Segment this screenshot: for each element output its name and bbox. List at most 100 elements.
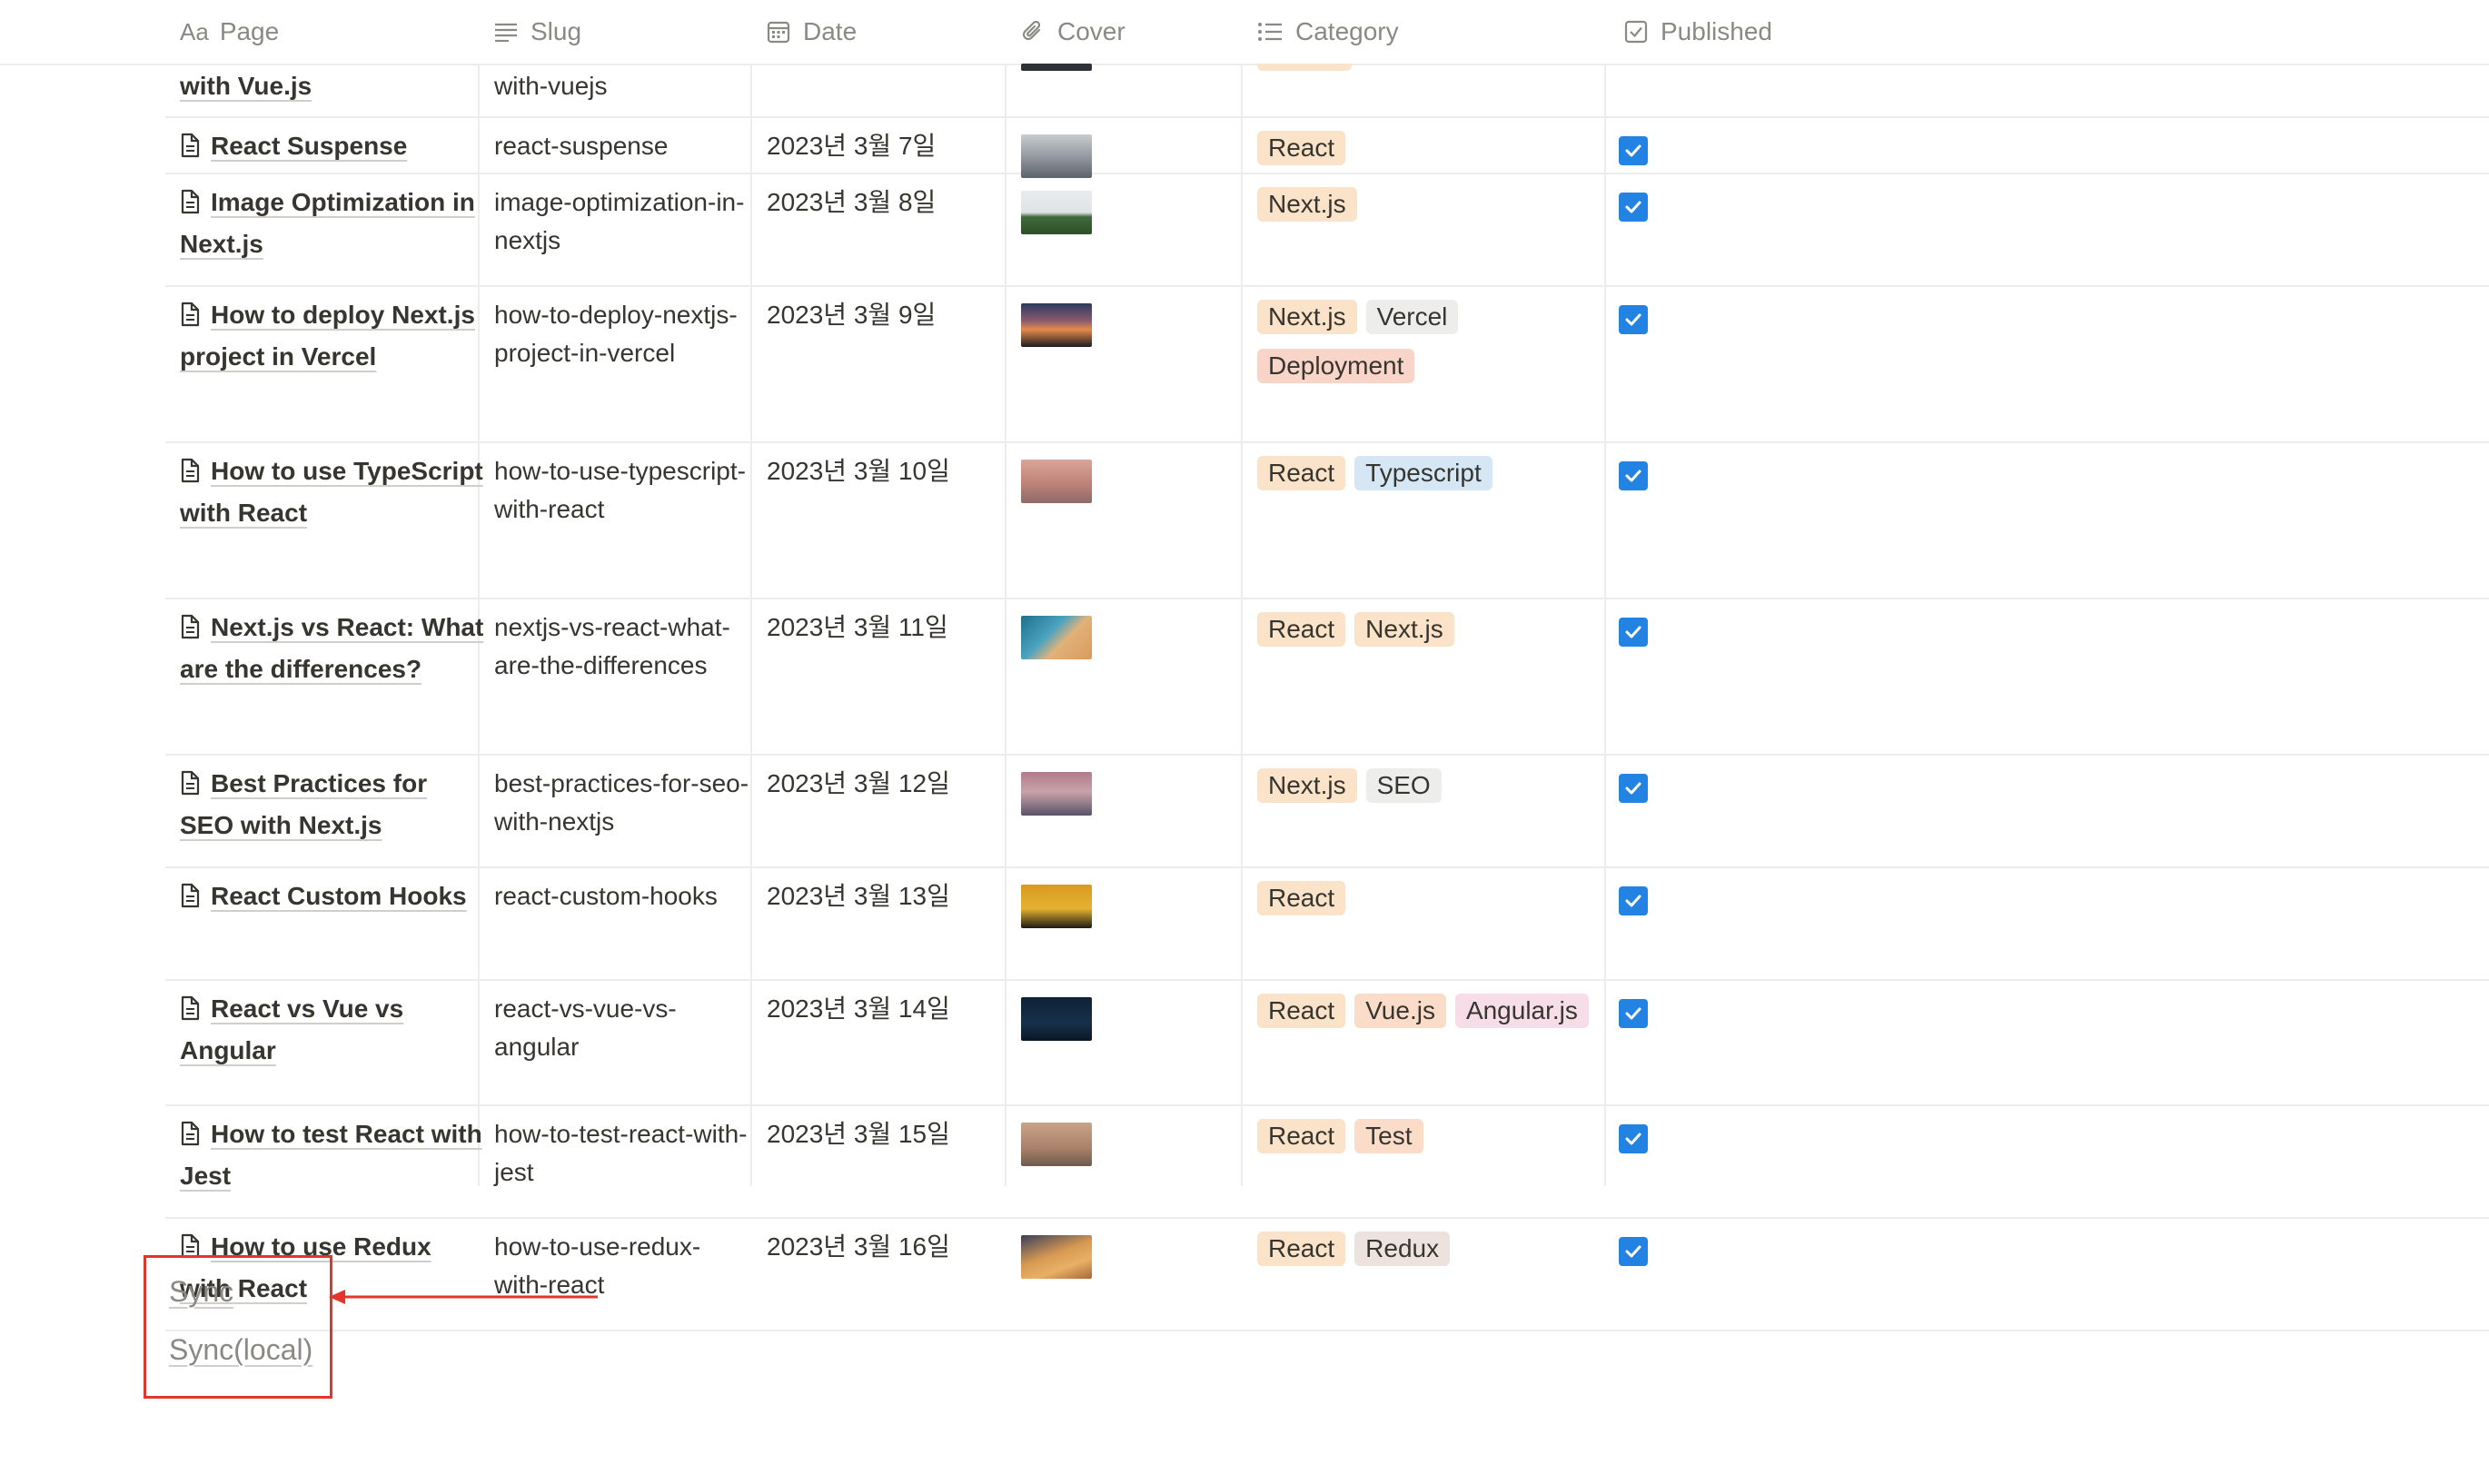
table-row[interactable]: Best Practices for SEO with Next.js best…	[165, 754, 2489, 868]
page-title-link[interactable]: Next.js vs React: What are the differenc…	[180, 613, 483, 683]
category-tag[interactable]: Redux	[1354, 1232, 1451, 1266]
slug-cell[interactable]: how-to-test-react-with-jest	[494, 1115, 750, 1192]
table-row[interactable]: React vs Vue vs Angular react-vs-vue-vs-…	[165, 979, 2489, 1106]
slug-cell[interactable]: react-vs-vue-vs-angular	[494, 990, 750, 1066]
slug-cell[interactable]: react-custom-hooks	[494, 877, 750, 915]
page-title-link[interactable]: React vs Vue vs Angular	[180, 994, 403, 1064]
column-header-category[interactable]: Category	[1257, 0, 1399, 64]
page-title-link[interactable]: How to deploy Next.js project in Vercel	[180, 301, 475, 371]
cover-thumbnail[interactable]	[1021, 616, 1092, 659]
category-cell[interactable]: React Test	[1257, 1117, 1602, 1166]
category-tag[interactable]: React	[1257, 1119, 1346, 1153]
cover-thumbnail[interactable]	[1021, 1235, 1092, 1279]
category-tag[interactable]: Next.js	[1257, 300, 1357, 334]
cover-thumbnail[interactable]	[1021, 303, 1092, 347]
slug-cell[interactable]: nextjs-vs-react-what-are-the-differences	[494, 608, 750, 685]
cover-thumbnail[interactable]	[1021, 460, 1092, 503]
date-cell[interactable]: 2023년 3월 14일	[767, 990, 1003, 1028]
table-row[interactable]: React Suspense react-suspense 2023년 3월 7…	[165, 116, 2489, 178]
category-cell[interactable]: React	[1257, 129, 1602, 178]
page-title-cell[interactable]: Next.js vs React: What are the differenc…	[180, 608, 485, 688]
cover-thumbnail[interactable]	[1021, 997, 1092, 1041]
category-tag[interactable]: Next.js	[1354, 612, 1454, 647]
table-row[interactable]: Image Optimization in Next.js image-opti…	[165, 173, 2489, 287]
date-cell[interactable]: 2023년 3월 13일	[767, 877, 1003, 915]
category-tag[interactable]: React	[1257, 994, 1346, 1028]
date-cell[interactable]: 2023년 3월 12일	[767, 765, 1003, 803]
category-cell[interactable]: React	[1257, 879, 1602, 928]
date-cell[interactable]: 2023년 3월 7일	[767, 127, 1003, 165]
category-cell[interactable]: Next.js	[1257, 185, 1602, 234]
date-cell[interactable]: 2023년 3월 9일	[767, 296, 1003, 334]
column-header-page[interactable]: Aa Page	[180, 0, 279, 64]
page-title-cell[interactable]: React Suspense	[180, 127, 485, 169]
page-title-link[interactable]: How to test React with Jest	[180, 1120, 482, 1190]
category-tag[interactable]: Next.js	[1257, 187, 1357, 222]
slug-cell[interactable]: how-to-use-typescript-with-react	[494, 452, 750, 529]
category-cell[interactable]: React Next.js	[1257, 610, 1602, 659]
page-title-link[interactable]: React Custom Hooks	[211, 882, 467, 910]
category-tag[interactable]: React	[1257, 131, 1346, 165]
page-title-cell[interactable]: Best Practices for SEO with Next.js	[180, 765, 485, 845]
category-cell[interactable]: Next.js SEO	[1257, 767, 1602, 816]
slug-cell[interactable]: how-to-deploy-nextjs-project-in-vercel	[494, 296, 750, 372]
published-checkbox[interactable]	[1619, 1237, 1648, 1266]
sync-local-link[interactable]: Sync(local)	[169, 1333, 312, 1367]
category-tag[interactable]: Test	[1354, 1119, 1423, 1153]
date-cell[interactable]: 2023년 3월 15일	[767, 1115, 1003, 1153]
column-header-cover[interactable]: Cover	[1021, 0, 1126, 64]
date-cell[interactable]: 2023년 3월 8일	[767, 183, 1003, 222]
page-title-cell[interactable]: How to deploy Next.js project in Vercel	[180, 296, 485, 376]
cover-thumbnail[interactable]	[1021, 885, 1092, 928]
table-row[interactable]: How to use Redux with React how-to-use-r…	[165, 1217, 2489, 1331]
published-checkbox[interactable]	[1619, 305, 1648, 334]
page-title-cell[interactable]: with Vue.js	[180, 67, 485, 105]
category-tag[interactable]: Typescript	[1354, 456, 1492, 490]
date-cell[interactable]: 2023년 3월 11일	[767, 608, 1003, 647]
page-title-cell[interactable]: How to use TypeScript with React	[180, 452, 485, 532]
published-checkbox[interactable]	[1619, 1124, 1648, 1153]
slug-cell[interactable]: react-suspense	[494, 127, 750, 165]
column-header-date[interactable]: Date	[767, 0, 857, 64]
page-title-link[interactable]: with Vue.js	[180, 72, 312, 100]
category-tag[interactable]: Vercel	[1365, 300, 1459, 334]
column-header-slug[interactable]: Slug	[494, 0, 581, 64]
category-tag[interactable]: React	[1257, 456, 1346, 490]
slug-cell[interactable]: best-practices-for-seo-with-nextjs	[494, 765, 750, 841]
published-checkbox[interactable]	[1619, 886, 1648, 915]
category-cell[interactable]: Next.js Vercel Deployment	[1257, 298, 1602, 396]
cover-thumbnail[interactable]	[1021, 772, 1092, 816]
category-tag[interactable]: React	[1257, 612, 1346, 647]
page-title-cell[interactable]: How to test React with Jest	[180, 1115, 485, 1195]
category-tag[interactable]: Next.js	[1257, 768, 1357, 803]
category-tag[interactable]: React	[1257, 1232, 1346, 1266]
category-tag[interactable]	[1257, 64, 1352, 71]
table-row[interactable]: How to test React with Jest how-to-test-…	[165, 1104, 2489, 1219]
page-title-link[interactable]: Image Optimization in Next.js	[180, 188, 475, 258]
published-checkbox[interactable]	[1619, 999, 1648, 1028]
cover-thumbnail[interactable]	[1021, 134, 1092, 178]
date-cell[interactable]: 2023년 3월 10일	[767, 452, 1003, 490]
table-row[interactable]: How to use TypeScript with React how-to-…	[165, 441, 2489, 599]
category-cell[interactable]: React Typescript	[1257, 454, 1602, 503]
page-title-link[interactable]: How to use TypeScript with React	[180, 457, 483, 527]
table-row[interactable]: How to deploy Next.js project in Vercel …	[165, 285, 2489, 443]
page-title-cell[interactable]: Image Optimization in Next.js	[180, 183, 485, 263]
cover-thumbnail[interactable]	[1021, 1123, 1092, 1166]
sync-link[interactable]: Sync	[169, 1275, 233, 1309]
category-tag[interactable]: SEO	[1365, 768, 1442, 803]
slug-cell[interactable]: image-optimization-in-nextjs	[494, 183, 750, 260]
date-cell[interactable]: 2023년 3월 16일	[767, 1228, 1003, 1266]
category-tag[interactable]: Vue.js	[1354, 994, 1446, 1028]
page-title-link[interactable]: React Suspense	[211, 132, 407, 160]
table-row[interactable]: React Custom Hooks react-custom-hooks 20…	[165, 866, 2489, 981]
category-cell[interactable]: React Redux	[1257, 1230, 1602, 1279]
page-title-cell[interactable]: React vs Vue vs Angular	[180, 990, 485, 1070]
category-cell[interactable]: React Vue.js Angular.js	[1257, 992, 1602, 1041]
published-checkbox[interactable]	[1619, 461, 1648, 490]
column-header-published[interactable]: Published	[1624, 0, 1772, 64]
published-checkbox[interactable]	[1619, 774, 1648, 803]
table-row-partial[interactable]: with Vue.js with-vuejs	[165, 64, 2489, 118]
page-title-cell[interactable]: React Custom Hooks	[180, 877, 485, 919]
published-checkbox[interactable]	[1619, 618, 1648, 647]
